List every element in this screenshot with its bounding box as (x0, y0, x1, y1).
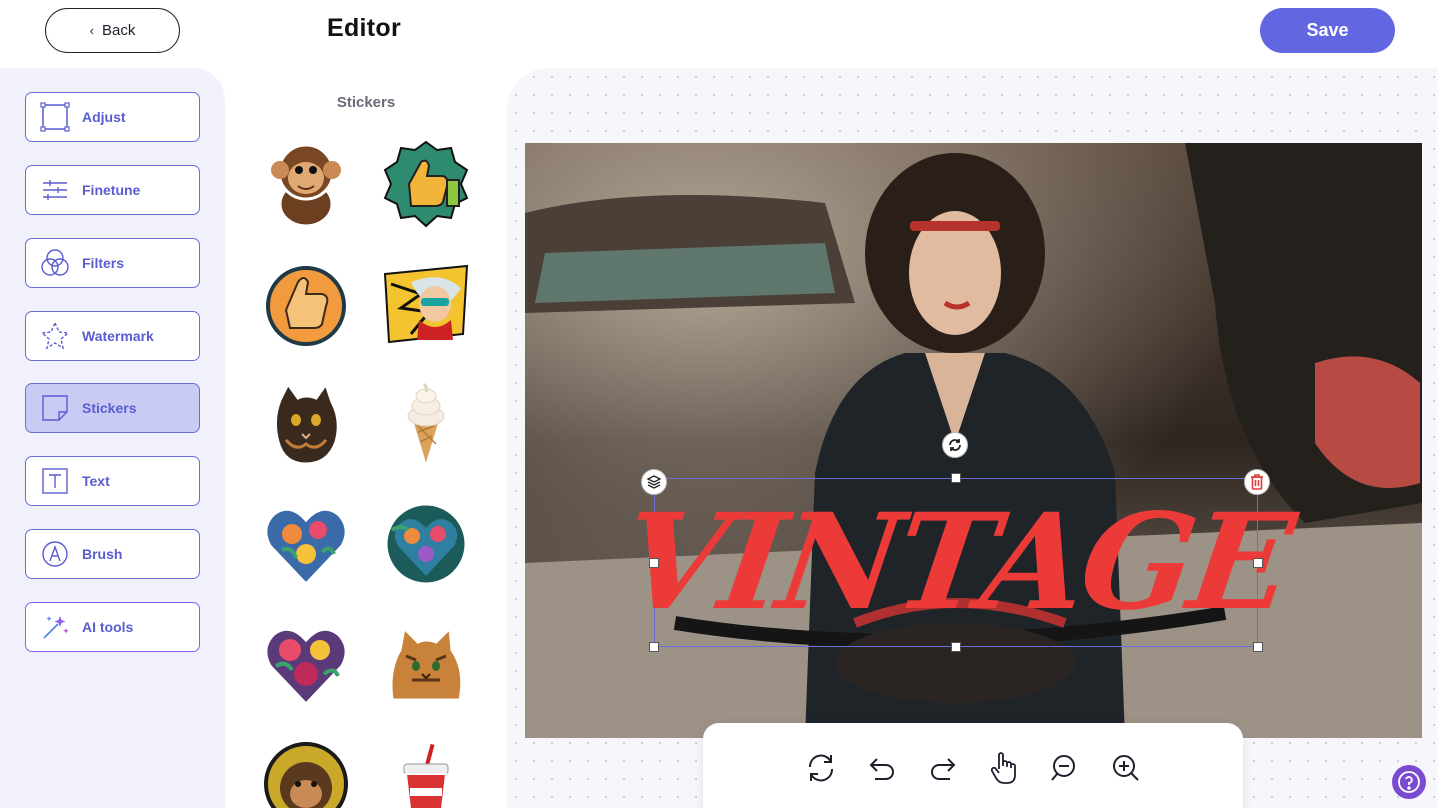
tool-label: Filters (82, 255, 125, 271)
tool-text[interactable]: Text (25, 456, 200, 506)
tool-label: Adjust (82, 109, 126, 125)
undo-icon[interactable] (864, 750, 900, 786)
redo-icon[interactable] (925, 750, 961, 786)
resize-handle-right[interactable] (1253, 558, 1263, 568)
tool-label: Watermark (82, 328, 154, 344)
resize-handle-left[interactable] (649, 558, 659, 568)
tool-finetune[interactable]: Finetune (25, 165, 200, 215)
stickers-title: Stickers (336, 94, 396, 111)
tool-label: Finetune (82, 182, 141, 198)
stickers-panel: Stickers (225, 68, 507, 808)
top-bar: ‹ Back Editor Save (0, 0, 1438, 68)
floral-heart-sticker[interactable] (260, 498, 352, 590)
rotate-icon[interactable] (942, 432, 968, 458)
ice-cream-cone-sticker[interactable] (380, 378, 472, 470)
soda-cup-sticker[interactable] (380, 738, 472, 808)
resize-handle-bottom-left[interactable] (649, 642, 659, 652)
chevron-left-icon: ‹ (89, 23, 94, 38)
floral-heart-circle-sticker[interactable] (380, 498, 472, 590)
text-box-icon (40, 466, 70, 496)
monkey-sticker[interactable] (260, 138, 352, 230)
thumbs-up-badge-sticker[interactable] (380, 138, 472, 230)
back-label: Back (101, 22, 136, 39)
tool-label: AI tools (82, 619, 134, 635)
overlay-text: VINTAGE (613, 485, 1299, 640)
reset-icon[interactable] (803, 750, 839, 786)
star-outline-icon (40, 321, 70, 351)
tool-label: Stickers (82, 400, 137, 416)
resize-handle-top[interactable] (951, 473, 961, 483)
brush-icon (40, 539, 70, 569)
text-overlay[interactable]: VINTAGE (613, 473, 1299, 652)
photo (525, 143, 1422, 738)
zoom-out-icon[interactable] (1047, 750, 1083, 786)
canvas-toolbar (703, 723, 1243, 808)
tool-stickers[interactable]: Stickers (25, 383, 200, 433)
thumbs-up-circle-sticker[interactable] (260, 258, 352, 350)
pan-hand-icon[interactable] (986, 750, 1022, 786)
circles-icon (40, 248, 70, 278)
tool-filters[interactable]: Filters (25, 238, 200, 288)
layers-icon[interactable] (641, 469, 667, 495)
pop-art-woman-sticker[interactable] (380, 258, 472, 350)
tool-label: Brush (82, 546, 123, 562)
tool-ai-tools[interactable]: AI tools (25, 602, 200, 652)
crop-frame-icon (40, 102, 70, 132)
editor-canvas[interactable]: VINTAGE (507, 68, 1438, 808)
tools-sidebar: Adjust Finetune Filters Watermark Sticke… (0, 68, 225, 808)
back-button[interactable]: ‹ Back (45, 8, 180, 53)
zoom-in-icon[interactable] (1108, 750, 1144, 786)
sticker-icon (40, 393, 70, 423)
cat-sticker[interactable] (260, 378, 352, 470)
resize-handle-bottom[interactable] (951, 642, 961, 652)
magic-wand-icon (40, 612, 70, 642)
save-button[interactable]: Save (1260, 8, 1395, 53)
delete-icon[interactable] (1244, 469, 1270, 495)
tool-brush[interactable]: Brush (25, 529, 200, 579)
tool-adjust[interactable]: Adjust (25, 92, 200, 142)
tool-label: Text (82, 473, 110, 489)
monkey-circle-sticker[interactable] (260, 738, 352, 808)
page-title: Editor (327, 14, 402, 42)
tabby-cat-sticker[interactable] (380, 618, 472, 710)
tool-watermark[interactable]: Watermark (25, 311, 200, 361)
help-icon[interactable] (1392, 765, 1426, 799)
resize-handle-bottom-right[interactable] (1253, 642, 1263, 652)
flower-heart-sticker[interactable] (260, 618, 352, 710)
sliders-icon (40, 175, 70, 205)
